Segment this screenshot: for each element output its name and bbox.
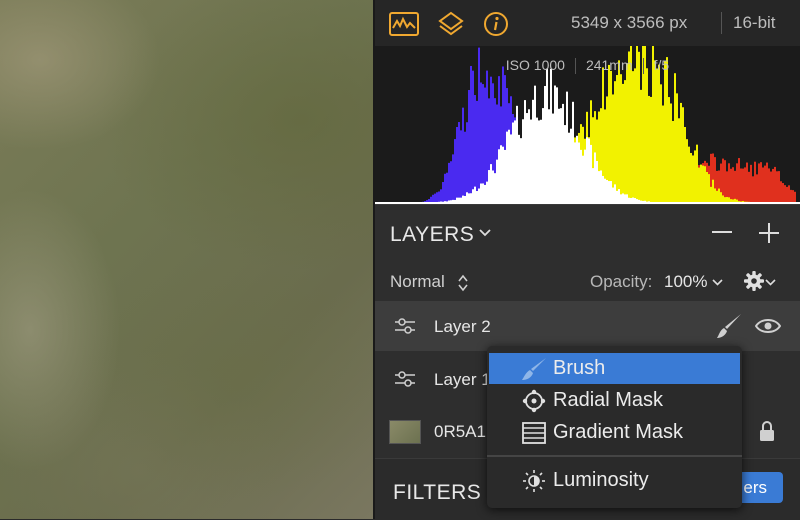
menu-item-luminosity[interactable]: Luminosity	[489, 465, 740, 496]
menu-item-label: Radial Mask	[553, 389, 663, 412]
gear-icon[interactable]	[743, 270, 765, 292]
chevron-down-icon[interactable]	[712, 279, 723, 286]
add-layer-button[interactable]	[759, 223, 779, 243]
exif-iso: ISO 1000	[496, 57, 575, 74]
luminosity-icon	[521, 469, 547, 493]
layers-stack-icon[interactable]	[435, 9, 467, 39]
adjustment-sliders-icon	[394, 369, 416, 389]
menu-item-radial-mask[interactable]: Radial Mask	[489, 385, 740, 416]
eye-icon[interactable]	[755, 317, 781, 335]
histogram-icon[interactable]	[388, 9, 420, 39]
brush-icon	[521, 357, 547, 381]
menu-item-label: Brush	[553, 357, 605, 380]
layer-name[interactable]: 0R5A1	[434, 422, 486, 442]
layer-name[interactable]: Layer 2	[434, 317, 491, 337]
exif-info: ISO 1000 241mm f/5	[375, 57, 800, 74]
menu-item-gradient-mask[interactable]: Gradient Mask	[489, 417, 740, 448]
blend-opacity-row: Normal Opacity: 100%	[375, 262, 800, 298]
toolbar-separator	[721, 12, 722, 34]
blend-mode-select[interactable]: Normal	[390, 272, 445, 292]
exif-focal-length: 241mm	[576, 57, 643, 74]
brush-icon[interactable]	[715, 312, 743, 340]
photo-preview[interactable]	[0, 0, 373, 519]
filters-title[interactable]: FILTERS	[393, 481, 481, 505]
layer-thumbnail	[389, 420, 421, 444]
remove-layer-button[interactable]	[712, 231, 732, 233]
histogram-panel: ISO 1000 241mm f/5	[375, 46, 800, 204]
mask-menu: Brush Radial Mask Gradient Mask	[487, 346, 742, 508]
menu-item-label: Luminosity	[553, 469, 649, 492]
inspector-toolbar: 5349 x 3566 px 16-bit	[375, 0, 800, 46]
image-dimensions: 5349 x 3566 px	[571, 13, 687, 33]
gradient-mask-icon	[521, 421, 547, 445]
lock-icon[interactable]	[759, 420, 775, 442]
exif-aperture: f/5	[644, 57, 680, 74]
menu-item-brush[interactable]: Brush	[489, 353, 740, 384]
menu-separator	[487, 455, 742, 457]
add-filters-label: ers	[743, 478, 767, 498]
layer-name[interactable]: Layer 1	[434, 370, 491, 390]
info-icon[interactable]	[480, 9, 512, 39]
layers-title[interactable]: LAYERS	[390, 223, 474, 247]
chevron-down-icon[interactable]	[765, 279, 776, 286]
menu-item-label: Gradient Mask	[553, 421, 683, 444]
bit-depth: 16-bit	[733, 13, 776, 33]
stepper-icon[interactable]	[457, 274, 469, 292]
adjustment-sliders-icon	[394, 316, 416, 336]
layer-row[interactable]: Layer 2	[375, 301, 800, 351]
chevron-down-icon[interactable]	[479, 229, 491, 237]
radial-mask-icon	[521, 389, 547, 413]
opacity-label: Opacity:	[590, 272, 652, 292]
layers-header: LAYERS	[375, 204, 800, 261]
opacity-value[interactable]: 100%	[664, 272, 707, 292]
